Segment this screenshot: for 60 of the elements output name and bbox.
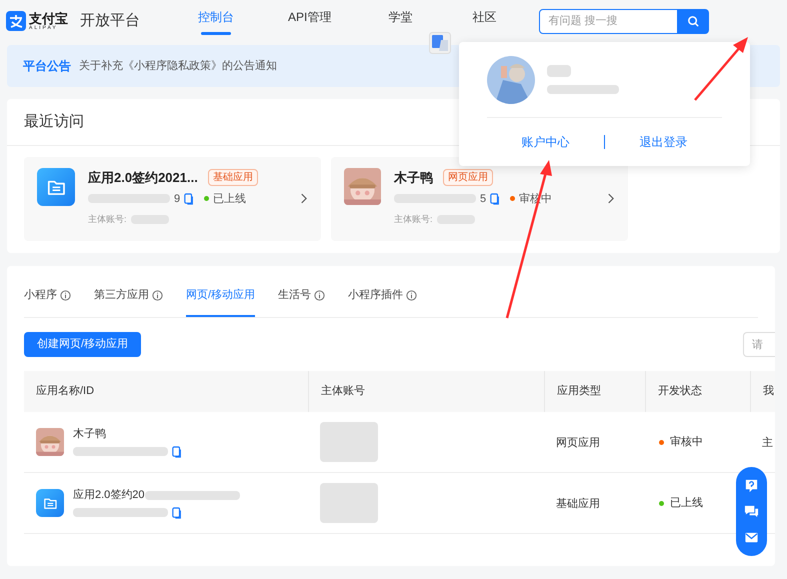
- column-header: 应用类型: [557, 384, 601, 400]
- redacted-text: [547, 85, 619, 94]
- tab[interactable]: 小程序插件: [348, 276, 418, 317]
- tab[interactable]: 第三方应用: [94, 276, 163, 317]
- copy-icon[interactable]: [172, 506, 182, 519]
- column-header: 主体账号: [321, 384, 365, 400]
- app-name: 应用2.0签约2021...: [88, 169, 198, 187]
- app-name: 木子鸭: [394, 169, 433, 187]
- redacted-text: [320, 483, 378, 523]
- app-id: 5: [480, 192, 486, 206]
- translate-icon[interactable]: [429, 32, 451, 54]
- filter-field[interactable]: 请: [743, 332, 775, 357]
- app-card[interactable]: 应用2.0签约2021... 基础应用 9 已上线 主体账号:: [24, 157, 321, 241]
- tab[interactable]: 网页/移动应用: [186, 276, 256, 317]
- tab[interactable]: 小程序: [24, 276, 71, 317]
- redacted-text: [547, 65, 571, 77]
- help-icon[interactable]: [744, 478, 759, 494]
- app-name: 木子鸭: [73, 427, 106, 442]
- table-cell: 网页应用: [556, 437, 600, 449]
- nav-tab[interactable]: 控制台: [194, 0, 238, 42]
- column-header: 应用名称/ID: [36, 384, 94, 400]
- nav-tab[interactable]: 学堂: [381, 0, 420, 42]
- chat-icon[interactable]: [744, 504, 759, 519]
- app-id: 9: [174, 192, 180, 206]
- logo-text: 支付宝: [29, 12, 68, 24]
- copy-icon[interactable]: [490, 192, 500, 205]
- menu-link[interactable]: 退出登录: [640, 132, 688, 150]
- column-header: 我: [763, 384, 774, 400]
- search-button[interactable]: [678, 8, 710, 34]
- nav-tab[interactable]: API管理: [284, 0, 336, 42]
- column-header: 开发状态: [658, 384, 702, 400]
- chevron-right-icon[interactable]: [607, 193, 614, 204]
- owner-label: 主体账号:: [394, 213, 433, 226]
- app-type-tag: 网页应用: [443, 169, 493, 186]
- section-title: 最近访问: [24, 112, 84, 132]
- copy-icon[interactable]: [184, 192, 194, 205]
- announcement-link[interactable]: 关于补充《小程序隐私政策》的公告通知: [79, 58, 277, 74]
- announcement-tag: 平台公告: [23, 57, 71, 75]
- search-field[interactable]: 有问题 搜一搜: [539, 8, 678, 34]
- table-cell: 主: [762, 437, 773, 449]
- app-icon: [36, 489, 64, 517]
- tab[interactable]: 生活号: [278, 276, 326, 317]
- search-icon: [687, 14, 700, 28]
- menu-link[interactable]: 账户中心: [522, 132, 570, 150]
- app-icon: [37, 168, 75, 206]
- status-text: 已上线: [670, 496, 703, 511]
- product-title: 开放平台: [80, 10, 140, 31]
- create-app-button[interactable]: 创建网页/移动应用: [24, 332, 142, 357]
- nav-tab[interactable]: 社区: [465, 0, 504, 42]
- owner-label: 主体账号:: [88, 213, 127, 226]
- app-type-tag: 基础应用: [208, 169, 258, 186]
- annotation-arrow: [694, 37, 748, 101]
- alipay-logo-icon: [6, 11, 26, 31]
- copy-icon[interactable]: [172, 446, 182, 458]
- table-cell: 基础应用: [556, 498, 600, 510]
- app-name: 应用2.0签约20: [73, 488, 145, 504]
- status-text: 已上线: [213, 192, 246, 206]
- redacted-text: [320, 422, 378, 462]
- chevron-right-icon[interactable]: [300, 193, 307, 204]
- status-text: 审核中: [670, 434, 703, 450]
